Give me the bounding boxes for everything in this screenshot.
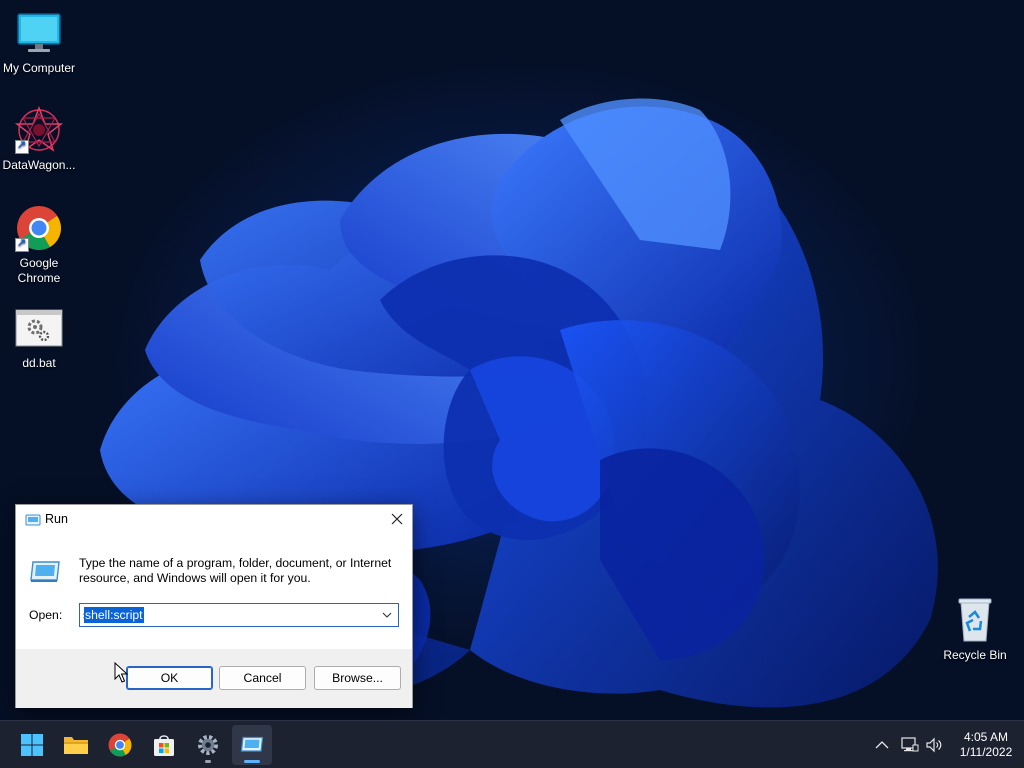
speaker-icon [926, 737, 942, 753]
chrome-icon [14, 203, 64, 253]
browse-button[interactable]: Browse... [314, 666, 401, 690]
clock-time: 4:05 AM [963, 730, 1009, 744]
run-dialog-description: Type the name of a program, folder, docu… [79, 556, 392, 585]
shortcut-arrow-icon [15, 236, 29, 252]
run-dialog-titlebar[interactable]: Run [16, 505, 412, 535]
run-app-icon [240, 736, 264, 752]
taskbar-file-explorer[interactable] [56, 725, 96, 765]
desktop-icon-label: dd.bat [22, 356, 56, 370]
desktop-icon-label: DataWagon... [2, 158, 76, 172]
chevron-down-icon [382, 612, 392, 618]
network-button[interactable] [900, 735, 920, 755]
running-indicator [205, 760, 211, 763]
volume-button[interactable] [924, 735, 944, 755]
datawagon-icon [14, 105, 64, 155]
ok-button[interactable]: OK [126, 666, 213, 690]
cancel-button[interactable]: Cancel [219, 666, 306, 690]
batch-file-icon [14, 303, 64, 353]
run-program-icon [29, 560, 61, 587]
desktop-icon-dd-bat[interactable]: dd.bat [0, 303, 78, 371]
network-icon [901, 737, 919, 752]
taskbar: 4:05 AM 1/11/2022 [0, 720, 1024, 768]
mouse-cursor-icon [114, 662, 128, 683]
settings-icon [198, 735, 218, 755]
desktop-icon-label: Recycle Bin [943, 648, 1007, 662]
open-combobox[interactable]: shell:script [79, 603, 399, 627]
start-icon [21, 734, 43, 756]
desktop-icon-my-computer[interactable]: My Computer [0, 8, 78, 76]
close-icon [391, 513, 403, 525]
open-input[interactable] [83, 607, 373, 623]
taskbar-run[interactable] [232, 725, 272, 765]
dropdown-arrow-button[interactable] [379, 607, 395, 623]
active-indicator [244, 760, 260, 763]
open-label: Open: [29, 608, 63, 622]
clock-button[interactable]: 4:05 AM 1/11/2022 [948, 730, 1024, 760]
microsoft-store-icon [154, 735, 174, 756]
desktop-icon-label: Google Chrome [17, 256, 61, 285]
desktop-icon-recycle-bin[interactable]: Recycle Bin [936, 595, 1014, 663]
shortcut-arrow-icon [15, 138, 29, 154]
show-hidden-icons-button[interactable] [872, 735, 892, 755]
run-app-icon [25, 513, 41, 530]
recycle-bin-icon [950, 595, 1000, 645]
desktop-icon-label: My Computer [2, 61, 76, 75]
clock-date: 1/11/2022 [959, 745, 1013, 759]
run-dialog-title: Run [45, 512, 68, 526]
chevron-up-icon [875, 741, 889, 749]
computer-icon [14, 8, 64, 58]
desktop-icon-google-chrome[interactable]: Google Chrome [0, 203, 78, 286]
file-explorer-icon [64, 737, 88, 754]
desktop-icon-datawagon[interactable]: DataWagon... [0, 105, 78, 173]
chrome-icon [108, 733, 132, 757]
taskbar-settings[interactable] [188, 725, 228, 765]
run-dialog: Run Type the name of a program, folder, … [15, 504, 413, 708]
start-button[interactable] [12, 725, 52, 765]
taskbar-microsoft-store[interactable] [144, 725, 184, 765]
taskbar-chrome[interactable] [100, 725, 140, 765]
run-dialog-button-bar: OK Cancel Browse... [16, 649, 412, 708]
close-button[interactable] [382, 505, 412, 533]
